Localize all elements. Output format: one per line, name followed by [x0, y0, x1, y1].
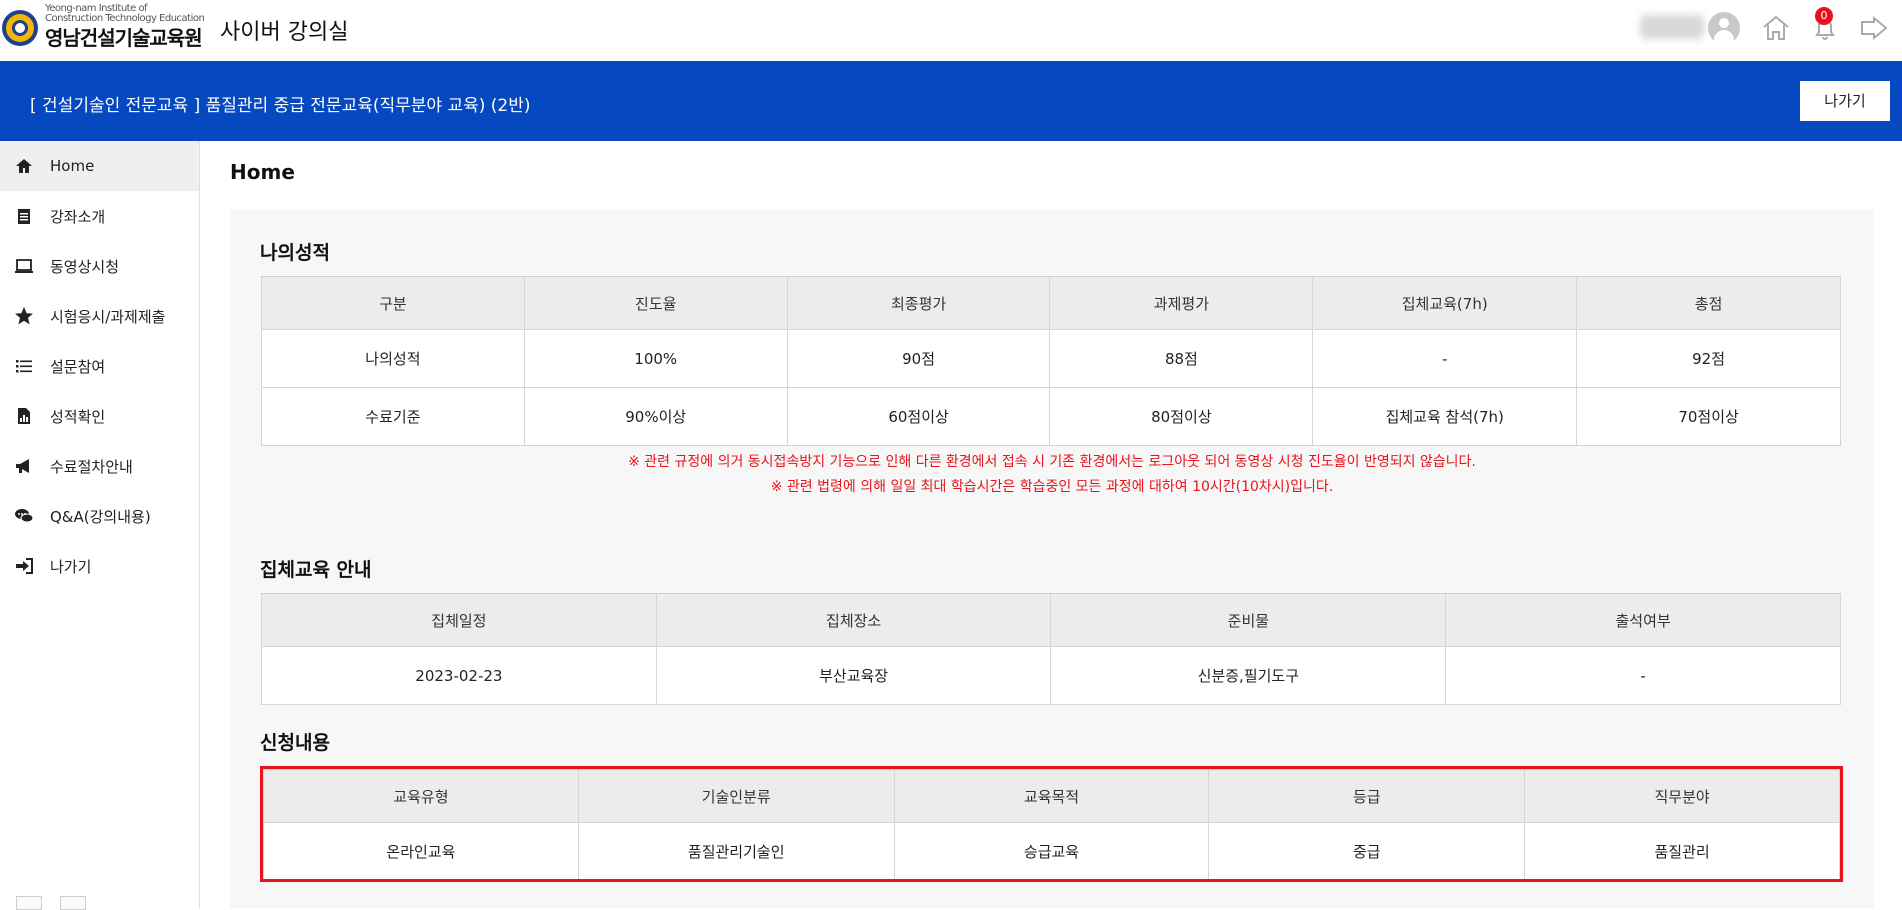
sidebar-item-label: 수료절차안내 [50, 457, 133, 476]
logo-korean-text: 영남건설기술교육원 [45, 26, 203, 50]
table-cell: 60점이상 [786, 387, 1051, 446]
table-header-cell: 과제평가 [1049, 276, 1314, 330]
user-name-blurred [1640, 15, 1704, 39]
institute-logo[interactable] [0, 4, 44, 48]
sidebar-item-label: 나가기 [50, 557, 92, 576]
notice-concurrent-login: ※ 관련 규정에 의거 동시접속방지 기능으로 인해 다른 환경에서 접속 시 … [628, 454, 1476, 470]
home-nav-icon[interactable] [1760, 12, 1792, 44]
table-header-cell: 출석여부 [1445, 593, 1841, 647]
table-row: 2023-02-23 부산교육장 신분증,필기도구 - [261, 646, 1841, 705]
user-avatar-icon[interactable] [1708, 12, 1740, 44]
table-cell: 90%이상 [523, 387, 788, 446]
sidebar-menu: Home 강좌소개 동영상시청 시험응시/과제제출 설문참여 성적확인 수료절차… [0, 141, 200, 908]
grades-table: 구분 진도율 최종평가 과제평가 집체교육(7h) 총점 나의성적 100% 9… [261, 276, 1841, 446]
table-cell: 100% [523, 329, 788, 388]
table-cell: 90점 [786, 329, 1051, 388]
course-title: [ 건설기술인 전문교육 ] 품질관리 중급 전문교육(직무분야 교육) (2반… [30, 96, 531, 116]
sidebar-item-label: Q&A(강의내용) [50, 507, 151, 526]
page-title: Home [230, 160, 295, 184]
total-score-cell: 92점 [1576, 329, 1841, 388]
chat-icon [15, 509, 34, 523]
table-row: 나의성적 100% 90점 88점 - 92점 [261, 329, 1841, 388]
table-header-cell: 집체교육(7h) [1312, 276, 1578, 330]
home-icon [16, 159, 32, 173]
table-cell: - [1445, 646, 1841, 705]
sidebar-item-home[interactable]: Home [0, 141, 199, 191]
course-banner: [ 건설기술인 전문교육 ] 품질관리 중급 전문교육(직무분야 교육) (2반… [0, 61, 1902, 141]
logout-icon[interactable] [1858, 12, 1890, 44]
logo-english-text: Yeong-nam Institute of Construction Techn… [45, 3, 205, 24]
table-header-cell: 진도율 [523, 276, 788, 330]
table-cell: 수료기준 [261, 387, 525, 446]
megaphone-icon [16, 459, 29, 473]
sidebar-item-exit[interactable]: 나가기 [0, 541, 199, 591]
sidebar-item-qna[interactable]: Q&A(강의내용) [0, 491, 199, 541]
table-cell: 80점이상 [1049, 387, 1314, 446]
report-icon [18, 408, 30, 424]
notification-count-badge: 0 [1815, 7, 1833, 25]
total-score-criteria-cell: 70점이상 [1576, 387, 1841, 446]
table-header-cell: 집체일정 [261, 593, 657, 647]
table-cell: 88점 [1049, 329, 1314, 388]
sidebar-item-label: 성적확인 [50, 407, 106, 426]
laptop-icon [15, 259, 33, 273]
table-header-cell: 최종평가 [786, 276, 1051, 330]
sidebar-item-exam[interactable]: 시험응시/과제제출 [0, 291, 199, 341]
sidebar-item-video[interactable]: 동영상시청 [0, 241, 199, 291]
sidebar-item-label: Home [50, 157, 95, 175]
application-highlight-box [260, 766, 1843, 882]
sidebar-item-label: 시험응시/과제제출 [50, 307, 166, 326]
star-icon [15, 307, 33, 325]
table-row: 수료기준 90%이상 60점이상 80점이상 집체교육 참석(7h) 70점이상 [261, 387, 1841, 446]
sidebar-item-course-intro[interactable]: 강좌소개 [0, 191, 199, 241]
list-icon [16, 360, 32, 373]
sidebar-item-completion-guide[interactable]: 수료절차안내 [0, 441, 199, 491]
application-section-title: 신청내용 [260, 732, 330, 754]
table-header-row: 구분 진도율 최종평가 과제평가 집체교육(7h) 총점 [261, 276, 1841, 330]
sidebar-item-grades[interactable]: 성적확인 [0, 391, 199, 441]
table-header-row: 집체일정 집체장소 준비물 출석여부 [261, 593, 1841, 647]
table-header-cell: 구분 [261, 276, 525, 330]
table-cell: 신분증,필기도구 [1050, 646, 1447, 705]
notice-daily-limit: ※ 관련 법령에 의해 일일 최대 학습시간은 학습중인 모든 과정에 대하여 … [770, 479, 1334, 495]
sidebar-item-label: 강좌소개 [50, 207, 106, 226]
top-header: Yeong-nam Institute of Construction Techn… [0, 0, 1902, 61]
table-header-cell: 준비물 [1050, 593, 1447, 647]
exit-button[interactable]: 나가기 [1800, 81, 1890, 121]
table-cell: 부산교육장 [655, 646, 1052, 705]
sign-out-icon [16, 558, 33, 574]
table-cell: - [1312, 329, 1578, 388]
group-training-table: 집체일정 집체장소 준비물 출석여부 2023-02-23 부산교육장 신분증,… [261, 593, 1841, 705]
table-header-cell: 총점 [1576, 276, 1841, 330]
group-training-section-title: 집체교육 안내 [260, 559, 372, 581]
grades-section-title: 나의성적 [260, 242, 330, 264]
table-header-cell: 집체장소 [655, 593, 1052, 647]
table-cell: 나의성적 [261, 329, 525, 388]
sidebar-item-label: 동영상시청 [50, 257, 120, 276]
sidebar-item-survey[interactable]: 설문참여 [0, 341, 199, 391]
table-cell: 집체교육 참석(7h) [1312, 387, 1578, 446]
notepad-icon [18, 209, 30, 224]
table-cell: 2023-02-23 [261, 646, 657, 705]
sidebar-item-label: 설문참여 [50, 357, 106, 376]
site-title: 사이버 강의실 [220, 20, 349, 45]
